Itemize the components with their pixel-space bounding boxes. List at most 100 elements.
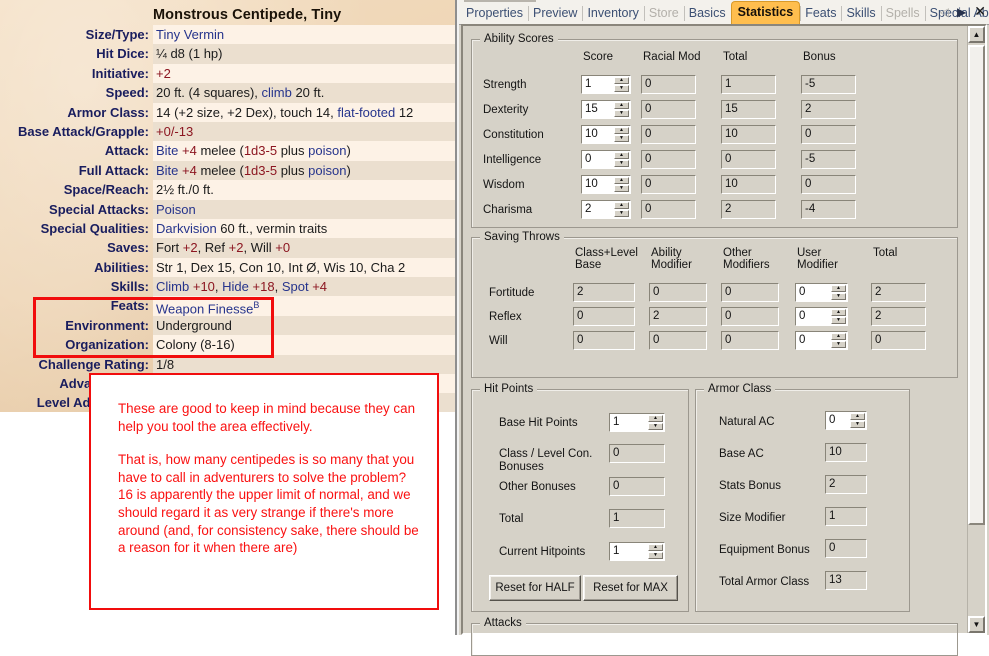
ability-score-spinner-strength-value[interactable]: 1	[585, 76, 612, 93]
spinner-up-icon[interactable]: ▲	[831, 333, 846, 340]
saves-base-fortitude: 2	[573, 283, 635, 302]
tab-store: Store	[643, 3, 684, 24]
statblock-row-label: Special Attacks:	[49, 201, 149, 217]
ability-bonus-wisdom: 0	[801, 175, 856, 194]
saves-user-spinner-will[interactable]: 0 ▲ ▼	[795, 331, 848, 350]
statblock-row-value: Tiny Vermin	[153, 25, 457, 45]
spinner-up-icon[interactable]: ▲	[614, 127, 629, 134]
hp-label-current-hitpoints: Current Hitpoints	[499, 546, 586, 558]
statblock-row: Base Attack/Grapple: +0/-13	[0, 121, 457, 142]
tab-next-icon[interactable]: ▶	[957, 5, 966, 19]
reset-half-button[interactable]: Reset for HALF	[489, 575, 581, 601]
hp-spinner-current-hitpoints[interactable]: 1 ▲ ▼	[609, 542, 665, 561]
ability-racial-dexterity: 0	[641, 100, 696, 119]
vertical-scrollbar[interactable]: ▲ ▼	[967, 26, 985, 633]
spinner-up-icon[interactable]: ▲	[831, 285, 846, 292]
statblock-row: Initiative: +2	[0, 63, 457, 84]
ability-score-spinner-charisma-value[interactable]: 2	[585, 201, 612, 218]
saves-other-reflex: 0	[721, 307, 779, 326]
statblock-row-value: Darkvision 60 ft., vermin traits	[153, 218, 457, 239]
spinner-down-icon[interactable]: ▼	[614, 210, 629, 217]
saves-base-will: 0	[573, 331, 635, 350]
scroll-down-icon[interactable]: ▼	[968, 616, 985, 633]
scrollbar-thumb[interactable]	[968, 45, 985, 525]
statblock-row-label: Armor Class:	[67, 104, 149, 120]
spinner-up-icon[interactable]: ▲	[614, 77, 629, 84]
saves-ability-fortitude: 0	[649, 283, 707, 302]
tab-basics[interactable]: Basics	[683, 3, 731, 24]
tab-properties[interactable]: Properties	[461, 3, 528, 24]
statblock-row: Special Attacks: Poison	[0, 199, 457, 219]
statblock-row: Hit Dice: ¼ d8 (1 hp)	[0, 44, 457, 64]
hp-spinner-base-hit-points[interactable]: 1 ▲ ▼	[609, 413, 665, 432]
statblock-row: Attack: Bite +4 melee (1d3-5 plus poison)	[0, 141, 457, 161]
spinner-down-icon[interactable]: ▼	[614, 160, 629, 167]
attacks-group: Attacks	[471, 616, 958, 656]
tab-prev-icon[interactable]: ◁	[940, 5, 949, 19]
statblock-row: Saves: Fort +2, Ref +2, Will +0	[0, 238, 457, 258]
spinner-up-icon[interactable]: ▲	[614, 152, 629, 159]
saves-label-will: Will	[489, 335, 508, 347]
spinner-down-icon[interactable]: ▼	[648, 423, 663, 430]
spinner-up-icon[interactable]: ▲	[850, 413, 865, 420]
spinner-down-icon[interactable]: ▼	[831, 341, 846, 348]
spinner-down-icon[interactable]: ▼	[831, 293, 846, 300]
ability-bonus-charisma: -4	[801, 200, 856, 219]
ability-score-spinner-dexterity[interactable]: 15 ▲ ▼	[581, 100, 631, 119]
statblock-row-value: 20 ft. (4 squares), climb 20 ft.	[153, 83, 457, 103]
ability-score-spinner-intelligence[interactable]: 0 ▲ ▼	[581, 150, 631, 169]
ability-label-constitution: Constitution	[483, 129, 544, 141]
ability-score-spinner-wisdom[interactable]: 10 ▲ ▼	[581, 175, 631, 194]
hp-spinner-current-hitpoints-value[interactable]: 1	[613, 543, 646, 560]
ability-scores-group: Ability Scores Score Racial Mod Total Bonus…	[471, 32, 958, 228]
spinner-up-icon[interactable]: ▲	[831, 309, 846, 316]
spinner-down-icon[interactable]: ▼	[850, 421, 865, 428]
spinner-up-icon[interactable]: ▲	[614, 177, 629, 184]
close-icon[interactable]: ✕	[974, 3, 986, 20]
saves-total-reflex: 2	[871, 307, 926, 326]
tab-statistics[interactable]: Statistics	[730, 1, 801, 24]
ability-score-spinner-constitution[interactable]: 10 ▲ ▼	[581, 125, 631, 144]
spinner-down-icon[interactable]: ▼	[614, 110, 629, 117]
tab-skills[interactable]: Skills	[841, 3, 880, 24]
spinner-up-icon[interactable]: ▲	[648, 544, 663, 551]
spinner-down-icon[interactable]: ▼	[614, 85, 629, 92]
tab-feats[interactable]: Feats	[800, 3, 841, 24]
hp-spinner-base-hit-points-value[interactable]: 1	[613, 414, 646, 431]
ability-score-spinner-intelligence-value[interactable]: 0	[585, 151, 612, 168]
tab-inventory[interactable]: Inventory	[582, 3, 643, 24]
ability-score-spinner-constitution-value[interactable]: 10	[585, 126, 612, 143]
spinner-up-icon[interactable]: ▲	[614, 202, 629, 209]
scroll-up-icon[interactable]: ▲	[968, 26, 985, 43]
creature-title: Monstrous Centipede, Tiny	[153, 7, 342, 23]
ability-score-spinner-charisma[interactable]: 2 ▲ ▼	[581, 200, 631, 219]
reset-max-button[interactable]: Reset for MAX	[583, 575, 678, 601]
ac-spinner-natural-ac-value[interactable]: 0	[829, 412, 848, 429]
ability-score-spinner-dexterity-value[interactable]: 15	[585, 101, 612, 118]
spinner-down-icon[interactable]: ▼	[614, 135, 629, 142]
hp-field-other-bonuses: 0	[609, 477, 665, 496]
statblock-row-label: Feats:	[110, 298, 149, 314]
saves-user-spinner-fortitude[interactable]: 0 ▲ ▼	[795, 283, 848, 302]
spinner-up-icon[interactable]: ▲	[614, 102, 629, 109]
ac-spinner-natural-ac[interactable]: 0 ▲ ▼	[825, 411, 867, 430]
spinner-down-icon[interactable]: ▼	[648, 552, 663, 559]
ability-score-spinner-strength[interactable]: 1 ▲ ▼	[581, 75, 631, 94]
saves-user-spinner-will-value[interactable]: 0	[799, 332, 829, 349]
tab-list: Properties Preview Inventory Store Basics Sta…	[461, 1, 989, 24]
spinner-down-icon[interactable]: ▼	[614, 185, 629, 192]
spinner-down-icon[interactable]: ▼	[831, 317, 846, 324]
saves-user-spinner-fortitude-value[interactable]: 0	[799, 284, 829, 301]
statblock-row: Feats: Weapon FinesseB	[0, 296, 457, 317]
ability-score-spinner-wisdom-value[interactable]: 10	[585, 176, 612, 193]
armor-class-group: Armor Class Natural AC 0 ▲ ▼ Base AC 10 Stats …	[695, 382, 910, 612]
saves-user-spinner-reflex[interactable]: 0 ▲ ▼	[795, 307, 848, 326]
spinner-up-icon[interactable]: ▲	[648, 415, 663, 422]
hp-field-total: 1	[609, 509, 665, 528]
statblock-row-value: Weapon FinesseB	[153, 296, 457, 317]
ability-total-intelligence: 0	[721, 150, 776, 169]
tab-preview[interactable]: Preview	[527, 3, 582, 24]
saves-user-spinner-reflex-value[interactable]: 0	[799, 308, 829, 325]
saves-total-will: 0	[871, 331, 926, 350]
statblock-row-label: Size/Type:	[85, 27, 149, 42]
